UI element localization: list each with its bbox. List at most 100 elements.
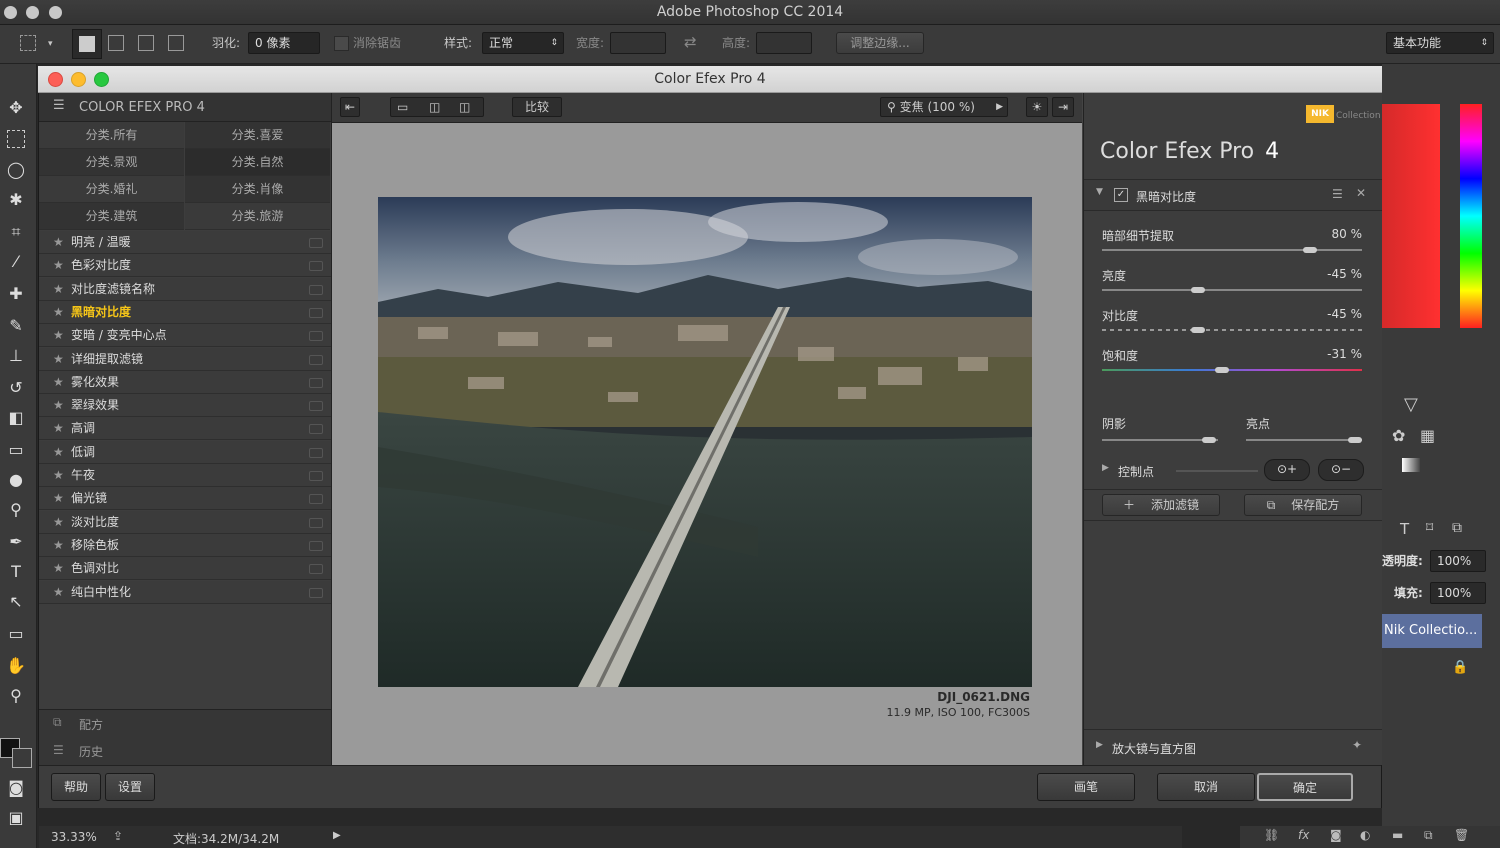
filter-list-item[interactable]: ★ 对比度滤镜名称 <box>39 277 331 301</box>
filter-enabled-checkbox[interactable]: ✓ <box>1114 188 1128 202</box>
category-travel[interactable]: 分类.旅游 <box>185 203 330 230</box>
sidebar-toggle-icon[interactable]: ⇤ <box>340 97 360 117</box>
filter-preview-icon[interactable] <box>309 494 323 505</box>
fx-icon[interactable]: fx <box>1298 828 1309 842</box>
filter-list-item[interactable]: ★ 翠绿效果 <box>39 394 331 418</box>
filter-list-item[interactable]: ★ 午夜 <box>39 464 331 487</box>
filter-preview-icon[interactable] <box>309 401 323 412</box>
split-view-icon[interactable]: ◫ <box>429 98 440 116</box>
color-lookup-icon[interactable]: ▦ <box>1420 426 1435 445</box>
width-input[interactable] <box>610 32 666 54</box>
hand-tool-icon[interactable]: ✋ <box>4 654 28 678</box>
favorite-star-icon[interactable]: ★ <box>53 557 64 579</box>
filter-preview-icon[interactable] <box>309 587 323 598</box>
add-mask-icon[interactable]: ◙ <box>1330 828 1342 842</box>
slider-track[interactable] <box>1102 369 1362 371</box>
filter-preview-icon[interactable] <box>309 354 323 365</box>
filter-preview-icon[interactable] <box>309 447 323 458</box>
swap-dimensions-icon[interactable]: ⇄ <box>684 31 697 53</box>
marquee-tool-icon[interactable] <box>20 35 36 51</box>
hue-slider[interactable] <box>1460 104 1482 328</box>
collapse-chevron-icon[interactable]: ▼ <box>1096 187 1103 197</box>
cancel-button[interactable]: 取消 <box>1157 773 1255 801</box>
category-favorites[interactable]: 分类.喜爱 <box>185 122 330 149</box>
zoom-level[interactable]: 33.33% <box>51 830 97 844</box>
shadows-slider-knob[interactable] <box>1202 437 1216 443</box>
recipes-section[interactable]: ⧉ 配方 <box>39 709 331 738</box>
pin-icon[interactable]: ✦ <box>1352 738 1362 752</box>
new-group-icon[interactable]: ▬ <box>1392 828 1403 842</box>
slider-knob[interactable] <box>1214 367 1229 373</box>
history-section[interactable]: ☰ 历史 <box>39 737 331 765</box>
status-menu-arrow-icon[interactable]: ▶ <box>333 830 341 841</box>
smart-object-icon[interactable]: ⧉ <box>1452 520 1462 536</box>
feather-input[interactable]: 0 像素 <box>248 32 320 54</box>
gradient-map-icon[interactable] <box>1402 458 1420 472</box>
brush-tool-icon[interactable]: ✎ <box>4 314 28 338</box>
filter-list-item[interactable]: ★ 淡对比度 <box>39 510 331 534</box>
eraser-tool-icon[interactable]: ◧ <box>4 406 28 430</box>
filter-list-item[interactable]: ★ 色彩对比度 <box>39 254 331 278</box>
type-layer-icon[interactable]: T <box>1400 520 1409 538</box>
pen-tool-icon[interactable]: ✒ <box>4 530 28 554</box>
crop-tool-icon[interactable]: ⌗ <box>4 220 28 244</box>
filter-list-item[interactable]: ★ 雾化效果 <box>39 370 331 394</box>
favorite-star-icon[interactable]: ★ <box>53 371 64 393</box>
category-nature[interactable]: 分类.自然 <box>185 149 330 176</box>
favorite-star-icon[interactable]: ★ <box>53 534 64 556</box>
zoom-select[interactable]: ⚲ 变焦 (100 %) ▶ <box>880 97 1008 117</box>
filter-list-item[interactable]: ★ 详细提取滤镜 <box>39 347 331 371</box>
filter-list-item[interactable]: ★ 变暗 / 变亮中心点 <box>39 324 331 348</box>
filter-preview-icon[interactable] <box>309 331 323 342</box>
filter-preview-icon[interactable] <box>309 517 323 528</box>
slider-track[interactable] <box>1102 289 1362 291</box>
ok-button[interactable]: 确定 <box>1257 773 1353 801</box>
favorite-star-icon[interactable]: ★ <box>53 231 64 253</box>
preview-image[interactable] <box>378 197 1032 687</box>
slider-knob[interactable] <box>1191 327 1206 333</box>
color-field[interactable] <box>1382 104 1440 328</box>
filter-options-icon[interactable]: ☰ <box>1332 187 1343 201</box>
slider-knob[interactable] <box>1191 287 1206 293</box>
type-tool-icon[interactable]: T <box>4 560 28 584</box>
link-layers-icon[interactable]: ⛓ <box>1264 828 1279 842</box>
filter-list-item[interactable]: ★ 明亮 / 温暖 <box>39 231 331 254</box>
favorite-star-icon[interactable]: ★ <box>53 581 64 603</box>
filter-preview-icon[interactable] <box>309 238 323 248</box>
move-tool-icon[interactable]: ✥ <box>4 96 28 120</box>
quick-mask-icon[interactable]: ◙ <box>4 776 28 800</box>
intersect-selection-icon[interactable] <box>168 35 184 51</box>
filter-preview-icon[interactable] <box>309 471 323 481</box>
filter-list-item[interactable]: ★ 移除色板 <box>39 533 331 557</box>
refine-edge-button[interactable]: 调整边缘... <box>836 32 924 54</box>
highlights-slider-track[interactable] <box>1246 439 1362 441</box>
magic-wand-tool-icon[interactable]: ✱ <box>4 188 28 212</box>
adjustment-triangle-icon[interactable]: ▽ <box>1404 394 1418 415</box>
filter-list-item[interactable]: ★ 低调 <box>39 440 331 464</box>
favorite-star-icon[interactable]: ★ <box>53 254 64 276</box>
zoom-tool-icon[interactable]: ⚲ <box>4 684 28 708</box>
favorite-star-icon[interactable]: ★ <box>53 301 64 323</box>
add-control-point-button[interactable]: ⊙+ <box>1264 459 1310 481</box>
delete-layer-icon[interactable]: 🗑 <box>1454 828 1469 842</box>
brush-button[interactable]: 画笔 <box>1037 773 1135 801</box>
path-selection-tool-icon[interactable]: ↖ <box>4 590 28 614</box>
dodge-tool-icon[interactable]: ⚲ <box>4 498 28 522</box>
style-select[interactable]: 正常 ⇕ <box>482 32 564 54</box>
new-adjustment-icon[interactable]: ◐ <box>1360 828 1370 842</box>
category-wedding[interactable]: 分类.婚礼 <box>39 176 184 203</box>
category-all[interactable]: 分类.所有 <box>39 122 184 149</box>
filter-list-item[interactable]: ★ 纯白中性化 <box>39 580 331 604</box>
eyedropper-tool-icon[interactable]: ⁄ <box>4 250 28 274</box>
fill-input[interactable]: 100% <box>1430 582 1486 604</box>
antialias-checkbox[interactable] <box>334 36 349 51</box>
tool-preset-chevron-icon[interactable]: ▾ <box>48 33 53 55</box>
opacity-input[interactable]: 100% <box>1430 550 1486 572</box>
menu-icon[interactable]: ☰ <box>53 98 65 113</box>
category-portrait[interactable]: 分类.肖像 <box>185 176 330 203</box>
background-color-swatch[interactable] <box>12 748 32 768</box>
layer-item[interactable]: Nik Collectio... <box>1382 614 1482 648</box>
remove-filter-icon[interactable]: ✕ <box>1356 186 1366 200</box>
filter-list-item[interactable]: ★ 偏光镜 <box>39 487 331 511</box>
workspace-select[interactable]: 基本功能 ⇕ <box>1386 32 1494 54</box>
